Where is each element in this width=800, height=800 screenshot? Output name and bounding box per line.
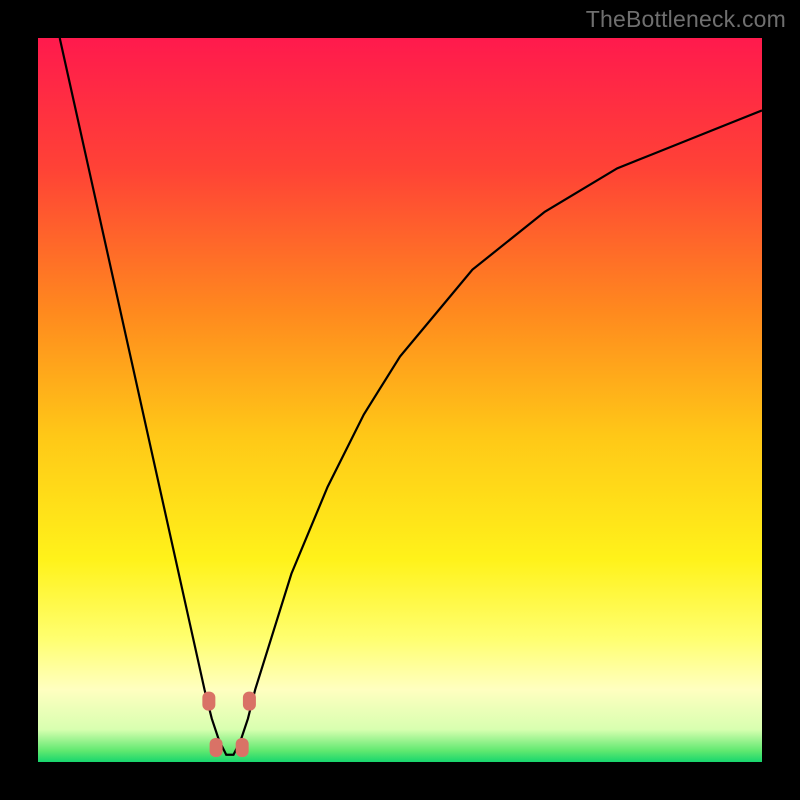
watermark-text: TheBottleneck.com	[586, 6, 786, 33]
chart-area	[38, 38, 762, 762]
curve-marker	[243, 692, 256, 711]
curve-marker	[202, 692, 215, 711]
curve-marker	[210, 738, 223, 757]
curve-marker	[236, 738, 249, 757]
outer-frame: TheBottleneck.com	[0, 0, 800, 800]
gradient-background	[38, 38, 762, 762]
bottleneck-chart	[38, 38, 762, 762]
